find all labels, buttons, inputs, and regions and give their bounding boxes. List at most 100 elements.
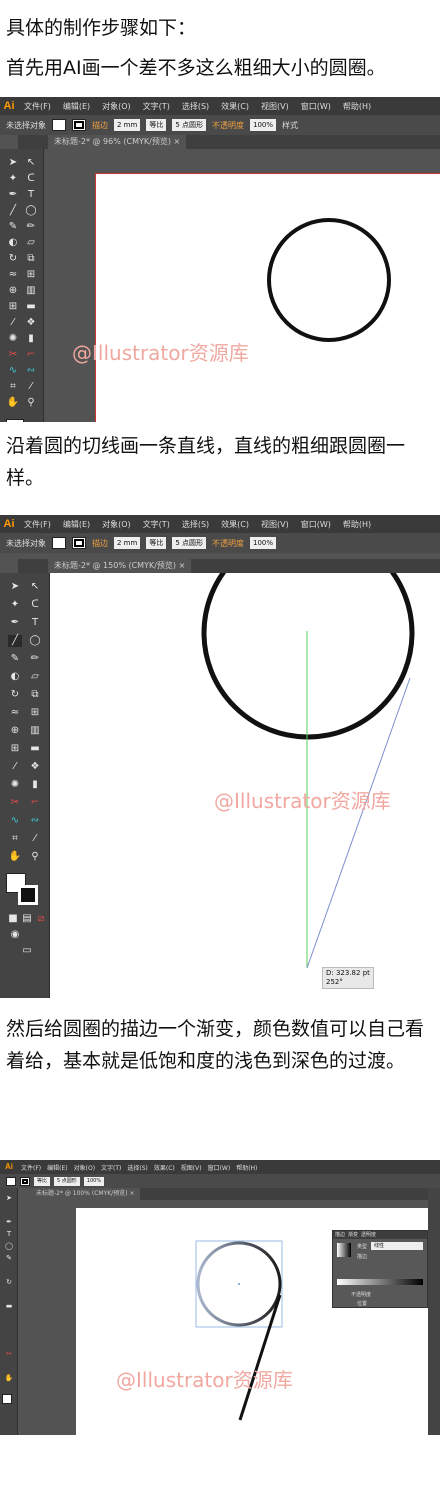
lasso-tool-icon[interactable]: ᑕ bbox=[28, 599, 42, 611]
blob-brush-tool-icon[interactable]: ◐ bbox=[8, 671, 22, 683]
brush-select[interactable]: 5 点圆形 bbox=[172, 119, 207, 131]
knife-tool-icon[interactable]: ⁄ bbox=[24, 381, 38, 393]
menu-view[interactable]: 视图(V) bbox=[178, 1163, 205, 1172]
paintbrush-tool-icon[interactable]: ✎ bbox=[2, 1252, 16, 1264]
hand-tool-icon[interactable]: ✋ bbox=[8, 851, 22, 863]
menu-effect[interactable]: 效果(C) bbox=[215, 519, 255, 530]
shape-builder-tool-icon[interactable]: ⊕ bbox=[6, 285, 20, 297]
color-mode-icon[interactable]: ■ bbox=[6, 913, 20, 925]
stroke-label[interactable]: 描边 bbox=[92, 120, 108, 131]
menu-help[interactable]: 帮助(H) bbox=[337, 101, 377, 112]
artboard-tool-icon[interactable]: ✂ bbox=[8, 797, 22, 809]
stroke-color-swatch[interactable] bbox=[18, 885, 38, 905]
pen-tool-icon[interactable]: ✒ bbox=[8, 617, 22, 629]
document-tab[interactable]: 未标题-2* @ 150% (CMYK/预览) × bbox=[48, 559, 192, 573]
ellipse-tool-icon[interactable]: ◯ bbox=[24, 205, 38, 217]
menu-select[interactable]: 选择(S) bbox=[124, 1163, 151, 1172]
selection-tool-icon[interactable]: ➤ bbox=[6, 157, 20, 169]
width-tool-icon[interactable]: ∿ bbox=[8, 815, 22, 827]
menu-object[interactable]: 对象(O) bbox=[71, 1163, 98, 1172]
blend-tool-icon[interactable]: ❖ bbox=[24, 317, 38, 329]
type-tool-icon[interactable]: T bbox=[28, 617, 42, 629]
blob-brush-tool-icon[interactable]: ◐ bbox=[6, 237, 20, 249]
fill-swatch[interactable] bbox=[6, 1176, 16, 1186]
warp-tool-icon[interactable]: ≈ bbox=[6, 269, 20, 281]
screen-mode-icon[interactable]: ▭ bbox=[20, 945, 34, 957]
opacity-field[interactable]: 100% bbox=[83, 1176, 105, 1186]
menu-effect[interactable]: 效果(C) bbox=[151, 1163, 178, 1172]
stroke-swatch[interactable] bbox=[20, 1176, 30, 1186]
tangent-line[interactable] bbox=[238, 1294, 282, 1421]
rotate-tool-icon[interactable]: ↻ bbox=[6, 253, 20, 265]
opacity-field[interactable]: 100% bbox=[250, 537, 277, 549]
lasso-tool-icon[interactable]: ᑕ bbox=[24, 173, 38, 185]
stroke-swatch[interactable] bbox=[72, 537, 86, 549]
crop-tool-icon[interactable]: ⌗ bbox=[8, 833, 22, 845]
free-transform-tool-icon[interactable]: ⊞ bbox=[28, 707, 42, 719]
free-transform-tool-icon[interactable]: ⊞ bbox=[24, 269, 38, 281]
scissors-tool-icon[interactable]: ∾ bbox=[24, 365, 38, 377]
pen-tool-icon[interactable]: ✒ bbox=[6, 189, 20, 201]
opacity-field[interactable]: 100% bbox=[250, 119, 277, 131]
pen-tool-icon[interactable]: ✒ bbox=[2, 1216, 16, 1228]
brush-select[interactable]: 5 点圆形 bbox=[172, 537, 207, 549]
artboard-tool-icon[interactable]: ✂ bbox=[6, 349, 20, 361]
line-tool-icon[interactable]: ╱ bbox=[8, 635, 22, 647]
mesh-tool-icon[interactable]: ⊞ bbox=[6, 301, 20, 313]
gradient-tool-icon[interactable]: ▬ bbox=[2, 1300, 16, 1312]
fill-color-swatch[interactable] bbox=[6, 419, 24, 422]
type-select[interactable]: 线性 bbox=[371, 1242, 423, 1250]
paintbrush-tool-icon[interactable]: ✎ bbox=[6, 221, 20, 233]
tab-gradient[interactable]: 渐变 bbox=[348, 1231, 358, 1239]
pencil-tool-icon[interactable]: ✏ bbox=[28, 653, 42, 665]
menu-file[interactable]: 文件(F) bbox=[18, 1163, 44, 1172]
slice-tool-icon[interactable]: ⌐ bbox=[28, 797, 42, 809]
menu-view[interactable]: 视图(V) bbox=[255, 101, 295, 112]
gradient-thumbnail[interactable] bbox=[337, 1243, 351, 1257]
scissors-tool-icon[interactable]: ∾ bbox=[28, 815, 42, 827]
stroke-label[interactable]: 描边 bbox=[92, 538, 108, 549]
menu-type[interactable]: 文字(T) bbox=[137, 519, 176, 530]
menu-window[interactable]: 窗口(W) bbox=[295, 101, 337, 112]
profile-select[interactable]: 等比 bbox=[146, 537, 167, 549]
menu-type[interactable]: 文字(T) bbox=[98, 1163, 124, 1172]
magic-wand-tool-icon[interactable]: ✦ bbox=[8, 599, 22, 611]
gradient-slider[interactable] bbox=[337, 1279, 423, 1285]
menu-help[interactable]: 帮助(H) bbox=[233, 1163, 260, 1172]
menu-view[interactable]: 视图(V) bbox=[255, 519, 295, 530]
eraser-tool-icon[interactable]: ▱ bbox=[24, 237, 38, 249]
document-tab[interactable]: 未标题-2* @ 96% (CMYK/预览) × bbox=[48, 135, 187, 149]
ellipse-tool-icon[interactable]: ◯ bbox=[2, 1240, 16, 1252]
fill-color-swatch[interactable] bbox=[2, 1394, 12, 1404]
crop-tool-icon[interactable]: ⌗ bbox=[6, 381, 20, 393]
stroke-weight-field[interactable]: 2 mm bbox=[114, 537, 141, 549]
close-icon[interactable]: × bbox=[179, 561, 186, 570]
graph-tool-icon[interactable]: ▮ bbox=[24, 333, 38, 345]
gradient-tool-icon[interactable]: ▬ bbox=[28, 743, 42, 755]
opacity-label[interactable]: 不透明度 bbox=[212, 538, 244, 549]
profile-select[interactable]: 等比 bbox=[146, 119, 167, 131]
warp-tool-icon[interactable]: ≈ bbox=[8, 707, 22, 719]
mesh-tool-icon[interactable]: ⊞ bbox=[8, 743, 22, 755]
circle-shape[interactable] bbox=[266, 217, 392, 343]
graph-tool-icon[interactable]: ▮ bbox=[28, 779, 42, 791]
symbol-sprayer-tool-icon[interactable]: ✺ bbox=[6, 333, 20, 345]
menu-object[interactable]: 对象(O) bbox=[96, 519, 137, 530]
tab-stroke[interactable]: 描边 bbox=[335, 1231, 345, 1239]
magic-wand-tool-icon[interactable]: ✦ bbox=[6, 173, 20, 185]
shape-builder-tool-icon[interactable]: ⊕ bbox=[8, 725, 22, 737]
menu-edit[interactable]: 编辑(E) bbox=[57, 519, 96, 530]
stroke-swatch[interactable] bbox=[72, 119, 86, 131]
gradient-tool-icon[interactable]: ▬ bbox=[24, 301, 38, 313]
document-tab[interactable]: 未标题-2* @ 100% (CMYK/预览) × bbox=[30, 1188, 141, 1200]
symbol-sprayer-tool-icon[interactable]: ✺ bbox=[8, 779, 22, 791]
direct-selection-tool-icon[interactable]: ↖ bbox=[24, 157, 38, 169]
paintbrush-tool-icon[interactable]: ✎ bbox=[8, 653, 22, 665]
menu-window[interactable]: 窗口(W) bbox=[205, 1163, 234, 1172]
zoom-tool-icon[interactable]: ⚲ bbox=[28, 851, 42, 863]
hand-tool-icon[interactable]: ✋ bbox=[6, 397, 20, 409]
fill-swatch[interactable] bbox=[52, 119, 66, 131]
draw-mode-icon[interactable]: ◉ bbox=[8, 929, 22, 941]
eyedropper-tool-icon[interactable]: ⁄ bbox=[8, 761, 22, 773]
menu-edit[interactable]: 编辑(E) bbox=[44, 1163, 70, 1172]
